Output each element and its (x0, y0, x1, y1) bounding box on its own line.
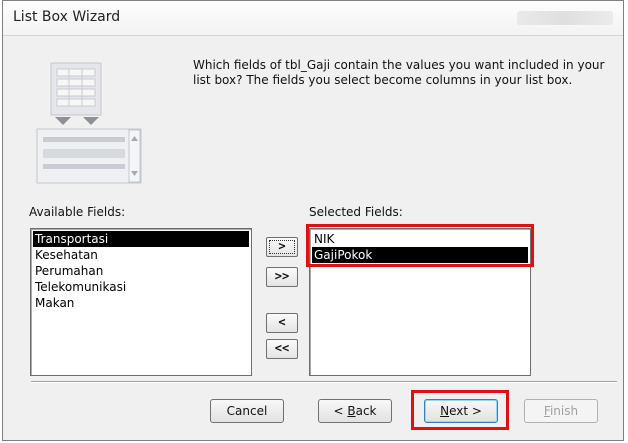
available-field-item[interactable]: Telekomunikasi (33, 279, 249, 295)
next-button[interactable]: Next > (424, 399, 498, 423)
list-box-wizard-window: List Box Wizard Which fields of tbl_Gaji… (2, 0, 624, 441)
add-all-fields-button[interactable]: >> (266, 267, 298, 287)
back-button[interactable]: < Back (318, 399, 392, 423)
footer-divider (31, 381, 617, 383)
finish-button[interactable]: Finish (524, 399, 598, 423)
next-button-accesskey: N (440, 404, 450, 418)
wizard-illustration-icon (36, 62, 142, 184)
add-field-button[interactable]: > (266, 237, 298, 257)
selected-fields-list[interactable]: NIK GajiPokok (309, 228, 531, 376)
selected-field-item[interactable]: NIK (312, 231, 528, 247)
back-button-accesskey: B (347, 404, 356, 418)
window-title: List Box Wizard (13, 9, 121, 25)
selected-field-item[interactable]: GajiPokok (312, 247, 528, 263)
remove-field-button[interactable]: < (266, 313, 298, 333)
title-bar-controls (517, 11, 613, 25)
available-fields-list[interactable]: Transportasi Kesehatan Perumahan Telekomuni… (30, 228, 252, 376)
next-button-label: ext > (449, 404, 482, 418)
available-field-item[interactable]: Transportasi (33, 231, 249, 247)
available-field-item[interactable]: Kesehatan (33, 247, 249, 263)
title-bar[interactable]: List Box Wizard (3, 1, 623, 36)
instruction-text: Which fields of tbl_Gaji contain the val… (193, 58, 605, 87)
cancel-button[interactable]: Cancel (210, 399, 284, 423)
available-field-item[interactable]: Makan (33, 295, 249, 311)
back-button-prefix: < (333, 404, 348, 418)
selected-fields-label: Selected Fields: (309, 205, 403, 219)
back-button-label: ack (355, 404, 377, 418)
remove-all-fields-button[interactable]: << (266, 339, 298, 359)
available-fields-label: Available Fields: (29, 205, 126, 219)
finish-button-label: inish (549, 404, 579, 418)
available-field-item[interactable]: Perumahan (33, 263, 249, 279)
